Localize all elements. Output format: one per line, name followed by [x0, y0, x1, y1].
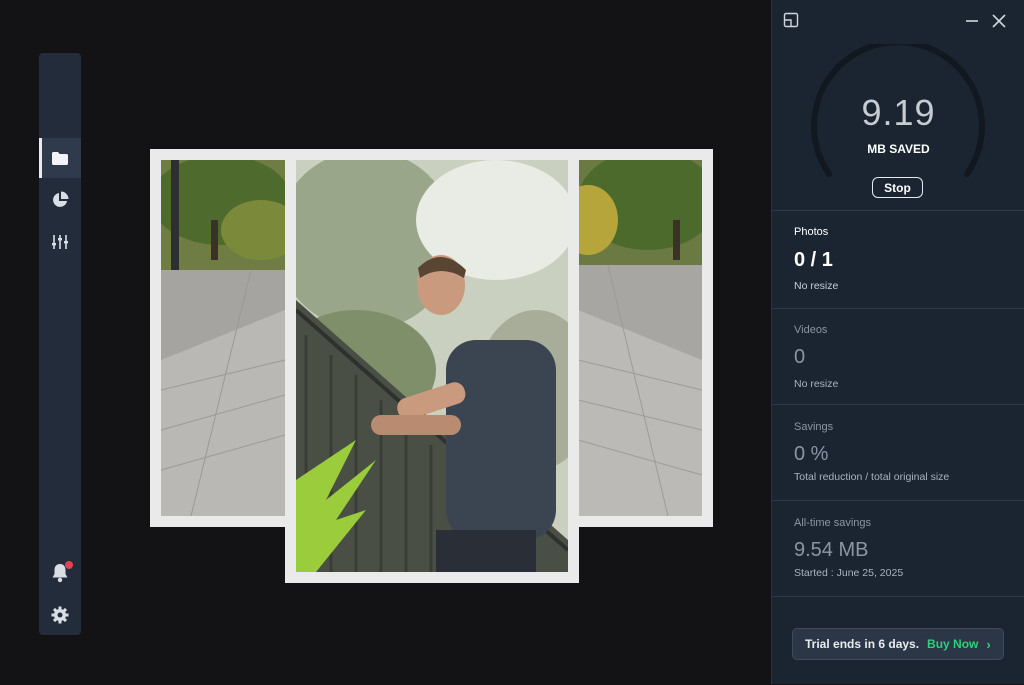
- photos-title: Photos: [794, 226, 829, 238]
- stats-panel: 9.19 MB SAVED Stop Photos 0 / 1 No resiz…: [771, 0, 1024, 684]
- photo-main-image: [296, 160, 568, 572]
- videos-count: 0: [794, 346, 806, 368]
- trial-text: Trial ends in 6 days.: [805, 637, 920, 651]
- sidebar-item-stats[interactable]: [39, 180, 81, 220]
- savings-value: 0 %: [794, 443, 829, 465]
- pie-chart-icon: [53, 191, 69, 207]
- photos-count: 0 / 1: [794, 249, 833, 271]
- close-icon[interactable]: [992, 14, 1006, 28]
- alltime-started: Started : June 25, 2025: [794, 567, 904, 579]
- sidebar-item-files[interactable]: [39, 138, 81, 178]
- folder-icon: [52, 151, 68, 165]
- sidebar-rail: [39, 53, 81, 635]
- chevron-right-icon: ›: [986, 636, 991, 652]
- videos-status: No resize: [794, 378, 839, 390]
- buy-now-link[interactable]: Buy Now: [927, 637, 978, 651]
- gauge-value: 9.19: [861, 92, 936, 133]
- photo-card-front: [285, 149, 579, 583]
- minimize-icon[interactable]: [965, 14, 979, 28]
- alltime-title: All-time savings: [794, 517, 872, 529]
- sliders-icon: [52, 235, 68, 249]
- photos-section: Photos 0 / 1 No resize: [772, 210, 1024, 309]
- stop-button[interactable]: Stop: [872, 177, 923, 198]
- photos-status: No resize: [794, 280, 839, 292]
- gauge-section: 9.19 MB SAVED Stop: [772, 0, 1024, 210]
- trial-buy-now-button[interactable]: Trial ends in 6 days. Buy Now ›: [792, 628, 1004, 660]
- photo-card-back-left: [150, 149, 290, 527]
- alltime-section: All-time savings 9.54 MB Started : June …: [772, 500, 1024, 597]
- gear-icon: [51, 606, 69, 624]
- photo-left-image: [161, 160, 285, 516]
- photo-right-image: [578, 160, 702, 516]
- savings-title: Savings: [794, 421, 834, 433]
- notification-badge: [65, 561, 73, 569]
- gauge-label: MB SAVED: [867, 142, 930, 156]
- sidebar-item-settings-adjust[interactable]: [39, 222, 81, 262]
- settings-button[interactable]: [39, 595, 81, 635]
- alltime-value: 9.54 MB: [794, 539, 869, 561]
- savings-section: Savings 0 % Total reduction / total orig…: [772, 404, 1024, 501]
- videos-section: Videos 0 No resize: [772, 308, 1024, 405]
- restore-window-icon[interactable]: [783, 12, 799, 28]
- notifications-button[interactable]: [39, 553, 81, 593]
- videos-title: Videos: [794, 324, 828, 336]
- photo-card-back-right: [572, 149, 713, 527]
- savings-description: Total reduction / total original size: [794, 471, 950, 483]
